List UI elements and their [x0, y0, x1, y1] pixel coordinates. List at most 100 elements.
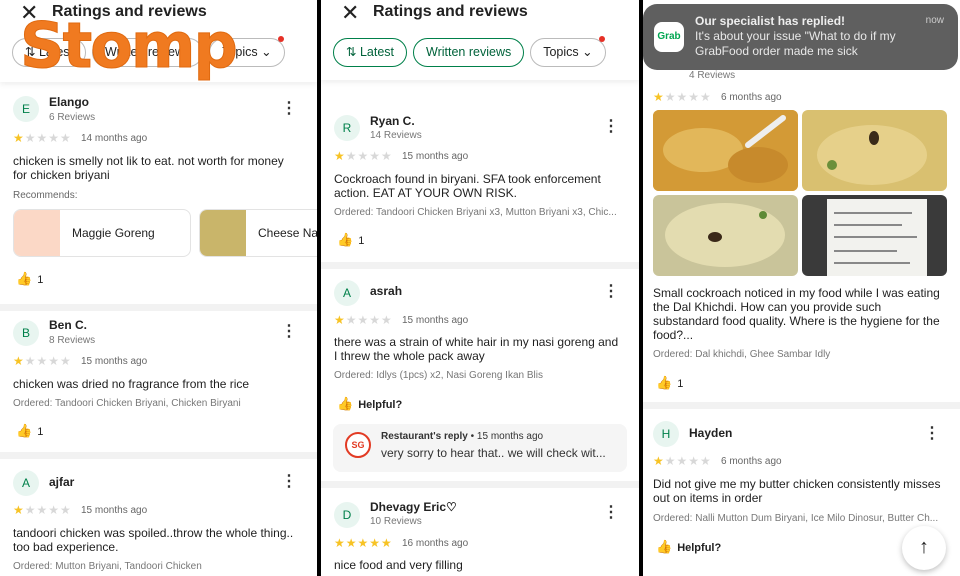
thumbs-up-icon: 👍	[16, 423, 33, 438]
thumbs-up-icon: 👍	[337, 232, 354, 247]
reviews-panel-left: ✕ Ratings and reviews ⇅ Latest Written re…	[0, 0, 317, 576]
more-options-icon[interactable]: ⋮	[924, 426, 940, 442]
recommended-dish-card[interactable]: Maggie Goreng	[13, 209, 191, 257]
food-photo[interactable]	[802, 110, 947, 191]
recommends-label: Recommends:	[13, 190, 78, 201]
helpful-button[interactable]: 👍 Helpful?	[656, 539, 721, 555]
star-rating: ★★★★★	[334, 313, 393, 327]
reply-header: Restaurant's reply • 15 months ago	[381, 431, 544, 442]
like-button[interactable]: 👍 1	[656, 375, 683, 391]
chip-topics[interactable]: Topics ⌄	[530, 36, 606, 67]
more-options-icon[interactable]: ⋮	[603, 284, 619, 300]
food-photo-art	[653, 195, 798, 276]
reviewer-name: Hayden	[689, 426, 733, 440]
like-button[interactable]: 👍 1	[16, 423, 43, 439]
review-text: nice food and very filling	[334, 558, 463, 572]
reviews-panel-right: Grab Our specialist has replied! It's ab…	[643, 0, 960, 576]
page-title: Ratings and reviews	[373, 3, 528, 20]
ordered-items: Ordered: Tandoori Chicken Briyani x3, Mu…	[334, 207, 617, 218]
more-options-icon[interactable]: ⋮	[603, 119, 619, 135]
divider	[0, 304, 317, 311]
chip-latest[interactable]: ⇅ Latest	[333, 38, 408, 67]
sort-icon: ⇅	[346, 45, 360, 59]
review-card: A asrah ⋮ ★★★★★ 15 months ago there was …	[321, 269, 639, 481]
review-time: 15 months ago	[402, 315, 469, 326]
review-count: 14 Reviews	[370, 130, 422, 141]
reviewer-name: ajfar	[49, 475, 75, 489]
reviewer-name: Elango	[49, 95, 90, 109]
review-text: Small cockroach noticed in my food while…	[653, 286, 940, 342]
divider	[321, 481, 639, 488]
star-rating: ★★★★★	[13, 131, 72, 145]
notification-body: It's about your issue "What to do if my …	[695, 29, 896, 58]
ordered-items: Ordered: Dal khichdi, Ghee Sambar Idly	[653, 349, 831, 360]
review-count: 4 Reviews	[689, 70, 736, 81]
review-text: chicken is smelly not lik to eat. not wo…	[13, 154, 284, 182]
reviewer-name: asrah	[370, 284, 403, 298]
avatar: A	[334, 280, 360, 306]
avatar: R	[334, 115, 360, 141]
dish-name: Cheese Na	[258, 226, 317, 240]
more-options-icon[interactable]: ⋮	[281, 324, 297, 340]
more-options-icon[interactable]: ⋮	[603, 505, 619, 521]
thumbs-up-icon: 👍	[16, 271, 33, 286]
divider	[321, 262, 639, 269]
recommended-dish-card[interactable]: Cheese Na	[199, 209, 317, 257]
avatar: B	[13, 320, 39, 346]
helpful-button[interactable]: 👍 Helpful?	[337, 396, 402, 412]
dish-thumbnail	[14, 210, 60, 256]
review-text: there was a strain of white hair in my n…	[334, 335, 619, 363]
more-options-icon[interactable]: ⋮	[281, 101, 297, 117]
food-photo[interactable]	[653, 195, 798, 276]
reply-text: very sorry to hear that.. we will check …	[381, 446, 606, 460]
review-time: 15 months ago	[81, 356, 148, 367]
like-button[interactable]: 👍 1	[337, 232, 364, 248]
review-count: 6 Reviews	[49, 112, 96, 123]
reviewer-name: Dhevagy Eric♡	[370, 500, 457, 514]
arrow-up-icon: ↑	[919, 536, 929, 558]
ordered-items: Ordered: Idlys (1pcs) x2, Nasi Goreng Ik…	[334, 370, 543, 381]
food-photo[interactable]	[653, 110, 798, 191]
review-card: B Ben C. 8 Reviews ⋮ ★★★★★ 15 months ago…	[0, 311, 317, 451]
chevron-down-icon: ⌄	[582, 45, 593, 59]
like-button[interactable]: 👍 1	[16, 271, 43, 287]
reviews-header: ✕ Ratings and reviews ⇅ Latest Written re…	[321, 0, 639, 80]
thumbs-up-icon: 👍	[337, 396, 354, 411]
star-rating: ★★★★★	[653, 90, 712, 104]
avatar: H	[653, 421, 679, 447]
star-rating: ★★★★★	[334, 536, 393, 550]
divider	[0, 452, 317, 459]
notification-title: Our specialist has replied!	[695, 14, 846, 28]
food-photo-art	[802, 110, 947, 191]
review-text: Cockroach found in biryani. SFA took enf…	[334, 172, 601, 200]
chip-written-reviews[interactable]: Written reviews	[413, 38, 525, 67]
scroll-to-top-button[interactable]: ↑	[902, 526, 946, 570]
review-time: 14 months ago	[81, 133, 148, 144]
grab-app-icon: Grab	[654, 22, 684, 52]
close-icon[interactable]: ✕	[341, 2, 359, 24]
reviewer-name: Ryan C.	[370, 114, 415, 128]
review-count: 8 Reviews	[49, 335, 96, 346]
review-count: 10 Reviews	[370, 516, 422, 527]
ordered-items: Ordered: Tandoori Chicken Briyani, Chick…	[13, 398, 241, 409]
restaurant-logo-icon: SG	[345, 432, 371, 458]
review-time: 16 months ago	[402, 538, 469, 549]
reviewer-name: Ben C.	[49, 318, 88, 332]
review-card: A ajfar ⋮ ★★★★★ 15 months ago tandoori c…	[0, 459, 317, 576]
avatar: D	[334, 502, 360, 528]
receipt-photo[interactable]	[802, 195, 947, 276]
push-notification[interactable]: Grab Our specialist has replied! It's ab…	[643, 4, 958, 70]
more-options-icon[interactable]: ⋮	[281, 474, 297, 490]
review-time: 15 months ago	[402, 151, 469, 162]
ordered-items: Ordered: Nalli Mutton Dum Biryani, Ice M…	[653, 513, 939, 524]
restaurant-reply: SG Restaurant's reply • 15 months ago ve…	[333, 424, 627, 472]
divider	[643, 402, 960, 409]
review-card: E Elango 6 Reviews ⋮ ★★★★★ 14 months ago…	[0, 82, 317, 304]
star-rating: ★★★★★	[13, 503, 72, 517]
reviews-panel-middle: ✕ Ratings and reviews ⇅ Latest Written re…	[321, 0, 639, 576]
stomp-watermark-logo: Stomp	[20, 9, 239, 83]
receipt-photo-art	[802, 195, 947, 276]
review-text: tandoori chicken was spoiled..throw the …	[13, 526, 294, 554]
food-photo-art	[653, 110, 798, 191]
avatar: A	[13, 470, 39, 496]
